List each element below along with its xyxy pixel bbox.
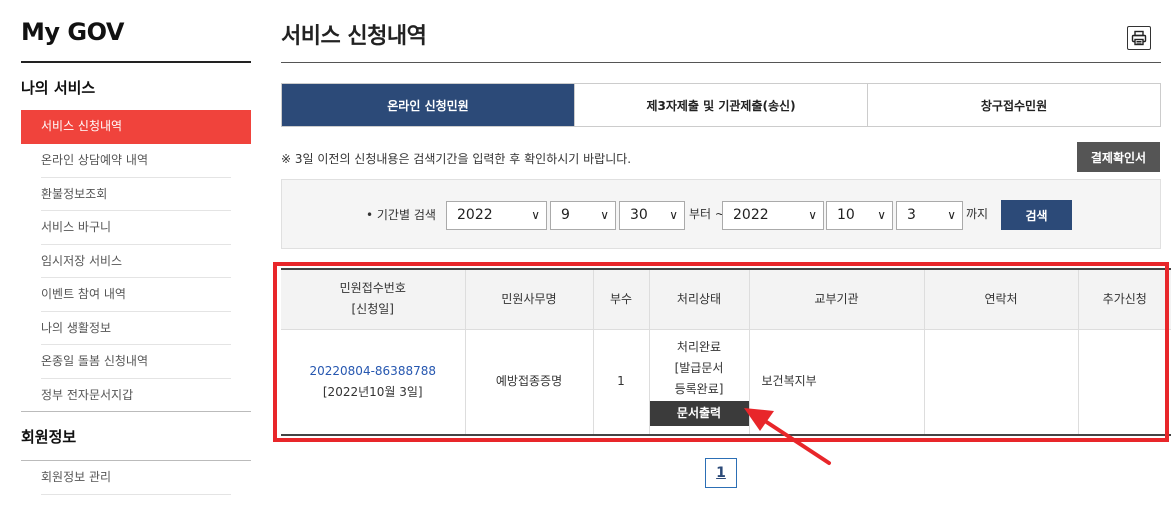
sidebar-menu-my-services: 서비스 신청내역 온라인 상담예약 내역 환불정보조회 서비스 바구니 임시저장… — [21, 110, 251, 412]
to-day-select[interactable]: 3 ∨ — [896, 201, 963, 230]
sidebar-item-refund-info[interactable]: 환불정보조회 — [21, 178, 251, 212]
divider — [21, 411, 251, 412]
from-year-select[interactable]: 2022 ∨ — [446, 201, 547, 230]
to-year-select[interactable]: 2022 ∨ — [722, 201, 824, 230]
sidebar-item-member-manage[interactable]: 회원정보 관리 — [21, 461, 251, 495]
sidebar-item-event-participation[interactable]: 이벤트 참여 내역 — [21, 278, 251, 312]
chevron-down-icon: ∨ — [808, 208, 817, 222]
sidebar-item-e-document-wallet[interactable]: 정부 전자문서지갑 — [21, 379, 251, 413]
search-panel: • 기간별 검색 2022 ∨ 9 ∨ 30 ∨ 부터 ~ 2022 ∨ 10 … — [281, 179, 1161, 249]
sidebar-item-temp-saved[interactable]: 임시저장 서비스 — [21, 245, 251, 279]
notice-text: ※ 3일 이전의 신청내용은 검색기간을 입력한 후 확인하시기 바랍니다. — [281, 152, 632, 166]
chevron-down-icon: ∨ — [531, 208, 540, 222]
print-button[interactable] — [1127, 26, 1151, 50]
to-day-value: 3 — [907, 207, 916, 223]
section-heading-member-info: 회원정보 — [21, 428, 77, 446]
chevron-down-icon: ∨ — [877, 208, 886, 222]
to-month-value: 10 — [837, 207, 855, 223]
to-year-value: 2022 — [733, 207, 769, 223]
sidebar: My GOV 나의 서비스 서비스 신청내역 온라인 상담예약 내역 환불정보조… — [21, 0, 251, 505]
chevron-down-icon: ∨ — [669, 208, 678, 222]
from-day-value: 30 — [630, 207, 648, 223]
from-month-value: 9 — [561, 207, 570, 223]
divider — [281, 62, 1161, 63]
divider — [21, 61, 251, 63]
from-month-select[interactable]: 9 ∨ — [550, 201, 616, 230]
tab-counter-applications[interactable]: 창구접수민원 — [868, 84, 1160, 126]
tab-third-party-submission[interactable]: 제3자제출 및 기관제출(송신) — [575, 84, 868, 126]
tab-online-applications[interactable]: 온라인 신청민원 — [282, 84, 575, 126]
payment-confirmation-button[interactable]: 결제확인서 — [1077, 142, 1160, 172]
to-suffix-text: 까지 — [966, 207, 989, 221]
sidebar-item-consult-reservation[interactable]: 온라인 상담예약 내역 — [21, 144, 251, 178]
tab-bar: 온라인 신청민원 제3자제출 및 기관제출(송신) 창구접수민원 — [281, 83, 1161, 127]
site-title[interactable]: My GOV — [21, 18, 124, 46]
from-year-value: 2022 — [457, 207, 493, 223]
page-title: 서비스 신청내역 — [281, 24, 427, 49]
highlight-box — [273, 262, 1169, 442]
sidebar-item-all-day-care[interactable]: 온종일 돌봄 신청내역 — [21, 345, 251, 379]
printer-icon — [1131, 30, 1147, 46]
from-day-select[interactable]: 30 ∨ — [619, 201, 685, 230]
to-month-select[interactable]: 10 ∨ — [826, 201, 893, 230]
pagination-page-1[interactable]: 1 — [705, 458, 737, 488]
search-period-label: • 기간별 검색 — [366, 208, 436, 222]
sidebar-item-life-info[interactable]: 나의 생활정보 — [21, 312, 251, 346]
chevron-down-icon: ∨ — [947, 208, 956, 222]
sidebar-menu-member-info: 회원정보 관리 — [21, 461, 251, 495]
chevron-down-icon: ∨ — [600, 208, 609, 222]
from-suffix-text: 부터 ~ — [689, 207, 725, 221]
arrow-annotation-icon — [744, 408, 831, 465]
section-heading-my-services: 나의 서비스 — [21, 79, 96, 97]
sidebar-item-service-history[interactable]: 서비스 신청내역 — [21, 110, 251, 144]
sidebar-item-service-basket[interactable]: 서비스 바구니 — [21, 211, 251, 245]
search-button[interactable]: 검색 — [1001, 200, 1072, 230]
